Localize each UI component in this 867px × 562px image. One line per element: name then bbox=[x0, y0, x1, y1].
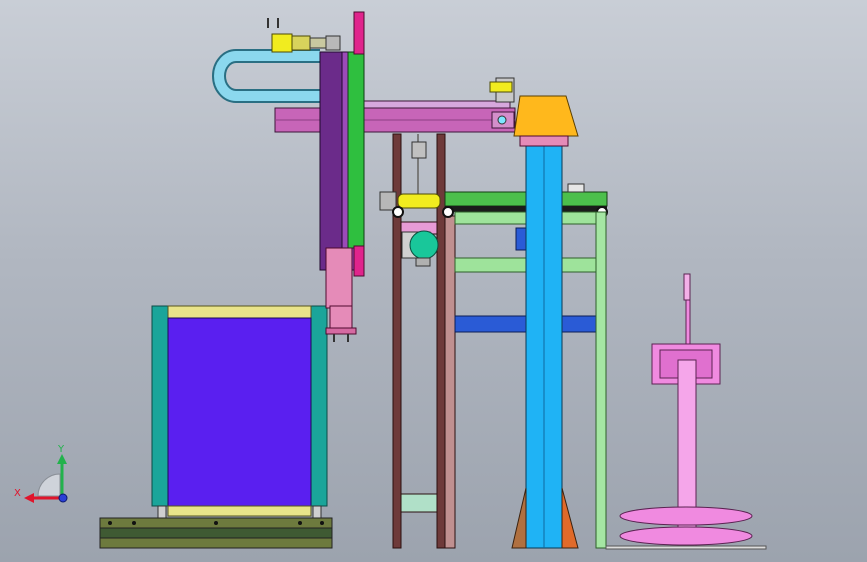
bin-panel bbox=[167, 317, 312, 507]
wire-coil-bottom bbox=[619, 526, 753, 546]
coordinate-triad: X Y bbox=[14, 444, 68, 503]
z-axis-column[interactable] bbox=[319, 11, 365, 342]
blue-column[interactable] bbox=[489, 77, 579, 549]
bin-leg-left bbox=[157, 505, 167, 519]
gripper-carriage bbox=[325, 247, 353, 309]
z-axis-top-post bbox=[353, 11, 365, 55]
triad-y-label: Y bbox=[57, 444, 65, 455]
bin-trim-top bbox=[167, 305, 312, 319]
column-foot-right bbox=[561, 487, 579, 549]
base-plate[interactable] bbox=[99, 517, 333, 549]
bin-leg-right bbox=[312, 505, 322, 519]
cable-chain[interactable] bbox=[212, 49, 320, 103]
bin-frame-right bbox=[310, 305, 328, 507]
gantry-beam[interactable] bbox=[274, 100, 516, 133]
wire-coil-top bbox=[619, 506, 753, 526]
servo-motor-top[interactable] bbox=[267, 18, 341, 53]
bin-frame-left bbox=[151, 305, 169, 507]
spool-stand[interactable] bbox=[605, 273, 767, 550]
cad-viewport[interactable]: X Y bbox=[0, 0, 867, 562]
bin-trim-bottom bbox=[167, 505, 312, 517]
bin-assembly[interactable] bbox=[151, 305, 328, 519]
gripper-body bbox=[329, 305, 353, 329]
triad-z-axis bbox=[58, 493, 68, 503]
column-foot-left bbox=[511, 487, 527, 549]
assembly-drawing[interactable]: X Y bbox=[0, 0, 867, 562]
hopper bbox=[513, 95, 579, 137]
teal-motor bbox=[409, 230, 439, 260]
triad-x-label: X bbox=[14, 488, 21, 499]
